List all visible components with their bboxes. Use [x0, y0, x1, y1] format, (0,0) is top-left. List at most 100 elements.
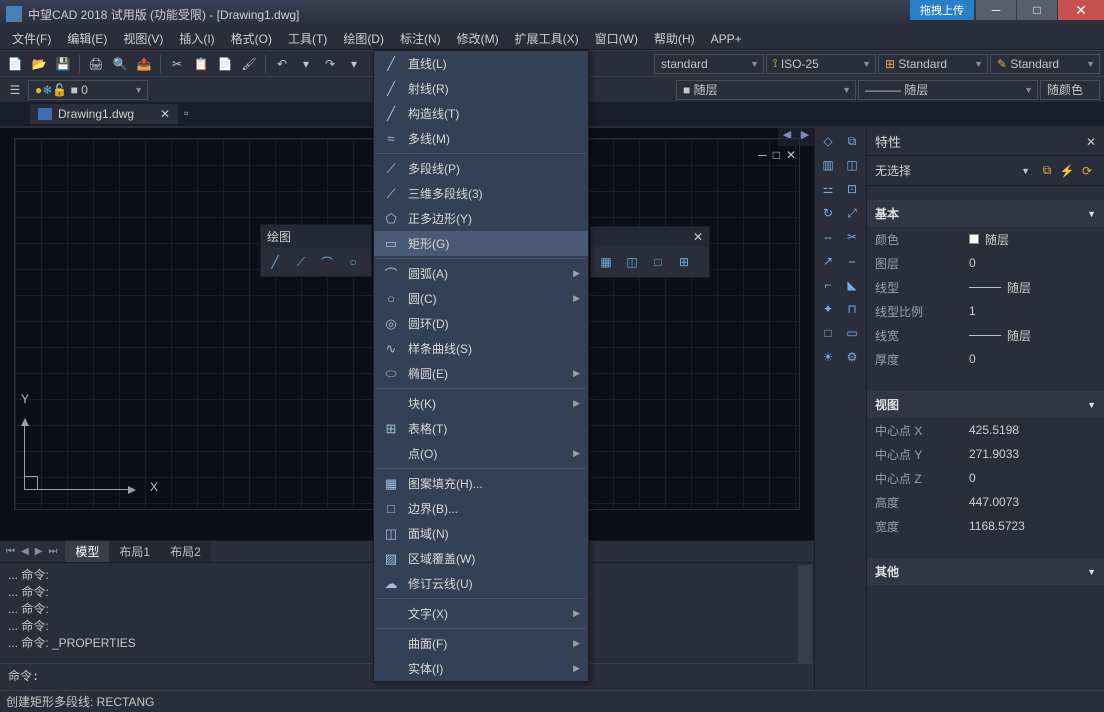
minimize-button[interactable]: ─ — [976, 0, 1016, 20]
menu-item[interactable]: ◫面域(N) — [374, 521, 588, 546]
property-row[interactable]: 宽度1168.5723 — [867, 514, 1104, 538]
stretch-icon[interactable]: ⇔ — [817, 226, 839, 248]
tab-close-icon[interactable]: ✕ — [160, 107, 170, 121]
menu-item[interactable]: ∿样条曲线(S) — [374, 336, 588, 361]
menu-item[interactable]: 工具(T) — [280, 28, 335, 49]
layout-tab[interactable]: 布局1 — [109, 541, 160, 562]
new-icon[interactable]: 📄 — [4, 53, 26, 75]
menu-item[interactable]: ⬠正多边形(Y) — [374, 206, 588, 231]
print-icon[interactable]: 🖨 — [85, 53, 107, 75]
menu-item[interactable]: APP+ — [703, 30, 750, 48]
property-row[interactable]: 中心点 Y271.9033 — [867, 442, 1104, 466]
layout-next-icon[interactable]: ▶ — [33, 546, 45, 557]
menu-item[interactable]: 块(K)▶ — [374, 391, 588, 416]
toolbar-close-icon[interactable]: ✕ — [693, 230, 703, 244]
property-row[interactable]: 线型随层 — [867, 275, 1104, 299]
menu-item[interactable]: ⟋三维多段线(3) — [374, 181, 588, 206]
boundary-icon[interactable]: □ — [647, 251, 669, 273]
menu-item[interactable]: 帮助(H) — [646, 28, 703, 49]
match-props-icon[interactable]: ⚙ — [841, 346, 863, 368]
property-row[interactable]: 中心点 Z0 — [867, 466, 1104, 490]
layout-tab[interactable]: 模型 — [65, 541, 109, 562]
menu-item[interactable]: ╱直线(L) — [374, 51, 588, 76]
new-tab-icon[interactable]: ▫ — [184, 106, 200, 122]
close-button[interactable]: ✕ — [1058, 0, 1104, 20]
redo-dd-icon[interactable]: ▾ — [343, 53, 365, 75]
textstyle-combo[interactable]: standard▼ — [654, 54, 764, 74]
menu-item[interactable]: 窗口(W) — [587, 28, 646, 49]
pline-icon[interactable]: ⟋ — [290, 251, 312, 273]
linetype-combo[interactable]: ——— 随层▼ — [858, 80, 1038, 100]
quickselect-icon[interactable]: ⧉ — [1038, 163, 1056, 179]
props-icon[interactable]: ☀ — [817, 346, 839, 368]
panel-close-icon[interactable]: ✕ — [1086, 135, 1096, 149]
color-combo[interactable]: ■ 随层▼ — [676, 80, 856, 100]
viewport-close-icon[interactable]: ✕ — [786, 148, 796, 162]
menu-item[interactable]: ▦图案填充(H)... — [374, 471, 588, 496]
menu-item[interactable]: ☁修订云线(U) — [374, 571, 588, 596]
undo-dd-icon[interactable]: ▾ — [295, 53, 317, 75]
menu-item[interactable]: 文件(F) — [4, 28, 59, 49]
menu-item[interactable]: ⟋多段线(P) — [374, 156, 588, 181]
property-row[interactable]: 高度447.0073 — [867, 490, 1104, 514]
group-view[interactable]: 视图▼ — [867, 391, 1104, 418]
menu-item[interactable]: 实体(I)▶ — [374, 656, 588, 681]
align-icon[interactable]: ▭ — [841, 322, 863, 344]
menu-item[interactable]: ○圆(C)▶ — [374, 286, 588, 311]
property-row[interactable]: 线型比例1 — [867, 299, 1104, 323]
upload-button[interactable]: 拖拽上传 — [910, 0, 974, 20]
menu-item[interactable]: 绘图(D) — [335, 28, 392, 49]
menu-item[interactable]: 文字(X)▶ — [374, 601, 588, 626]
scale-icon[interactable]: ⤢ — [841, 202, 863, 224]
property-row[interactable]: 厚度0 — [867, 347, 1104, 371]
mlstyle-combo[interactable]: ✎ Standard▼ — [990, 54, 1100, 74]
fillet-icon[interactable]: ⌐ — [817, 274, 839, 296]
join-icon[interactable]: ⊓ — [841, 298, 863, 320]
chamfer-icon[interactable]: ◣ — [841, 274, 863, 296]
layout-prev-icon[interactable]: ◀ — [19, 546, 31, 557]
break-icon[interactable]: ⎯ — [841, 250, 863, 272]
preview-icon[interactable]: 🔍 — [109, 53, 131, 75]
property-row[interactable]: 中心点 X425.5198 — [867, 418, 1104, 442]
menu-item[interactable]: 标注(N) — [392, 28, 449, 49]
menu-item[interactable]: 编辑(E) — [59, 28, 115, 49]
undo-icon[interactable]: ↶ — [271, 53, 293, 75]
document-tab[interactable]: Drawing1.dwg ✕ — [30, 104, 178, 124]
layout-first-icon[interactable]: ⏮ — [4, 546, 17, 557]
menu-item[interactable]: ▭矩形(G) — [374, 231, 588, 256]
cut-icon[interactable]: ✂ — [166, 53, 188, 75]
table-icon[interactable]: ⊞ — [673, 251, 695, 273]
tablestyle-combo[interactable]: ⊞ Standard▼ — [878, 54, 988, 74]
menu-item[interactable]: ⊞表格(T) — [374, 416, 588, 441]
menu-item[interactable]: ⬭椭圆(E)▶ — [374, 361, 588, 386]
region-icon[interactable]: ◫ — [621, 251, 643, 273]
maximize-button[interactable]: □ — [1017, 0, 1057, 20]
layer-mgr-icon[interactable]: ☰ — [4, 79, 26, 101]
publish-icon[interactable]: 📤 — [133, 53, 155, 75]
menu-item[interactable]: 修改(M) — [449, 28, 507, 49]
property-row[interactable]: 颜色随层 — [867, 227, 1104, 251]
menu-item[interactable]: ╱构造线(T) — [374, 101, 588, 126]
menu-item[interactable]: ≈多线(M) — [374, 126, 588, 151]
save-icon[interactable]: 💾 — [52, 53, 74, 75]
pickadd-icon[interactable]: ⚡ — [1058, 163, 1076, 179]
arc-icon[interactable]: ⌒ — [316, 251, 338, 273]
menu-item[interactable]: ▨区域覆盖(W) — [374, 546, 588, 571]
redo-icon[interactable]: ↷ — [319, 53, 341, 75]
group-basic[interactable]: 基本▼ — [867, 200, 1104, 227]
lineweight-combo[interactable]: 随颜色 — [1040, 80, 1100, 100]
menu-item[interactable]: ◎圆环(D) — [374, 311, 588, 336]
select-icon[interactable]: ⟳ — [1078, 163, 1096, 179]
layout-tab[interactable]: 布局2 — [160, 541, 211, 562]
hatch-icon[interactable]: ▦ — [595, 251, 617, 273]
dimstyle-combo[interactable]: ⟟ ISO-25▼ — [766, 54, 876, 74]
draw-toolbar[interactable]: 绘图 ╱ ⟋ ⌒ ○ — [260, 224, 372, 277]
paste-icon[interactable]: 📄 — [214, 53, 236, 75]
menu-item[interactable]: 视图(V) — [115, 28, 171, 49]
menu-item[interactable]: 格式(O) — [223, 28, 280, 49]
copy-obj-icon[interactable]: ⧉ — [841, 130, 863, 152]
offset-icon[interactable]: ◫ — [841, 154, 863, 176]
trim-icon[interactable]: ✂ — [841, 226, 863, 248]
layout-last-icon[interactable]: ⏭ — [46, 546, 59, 557]
mirror-icon[interactable]: ▥ — [817, 154, 839, 176]
